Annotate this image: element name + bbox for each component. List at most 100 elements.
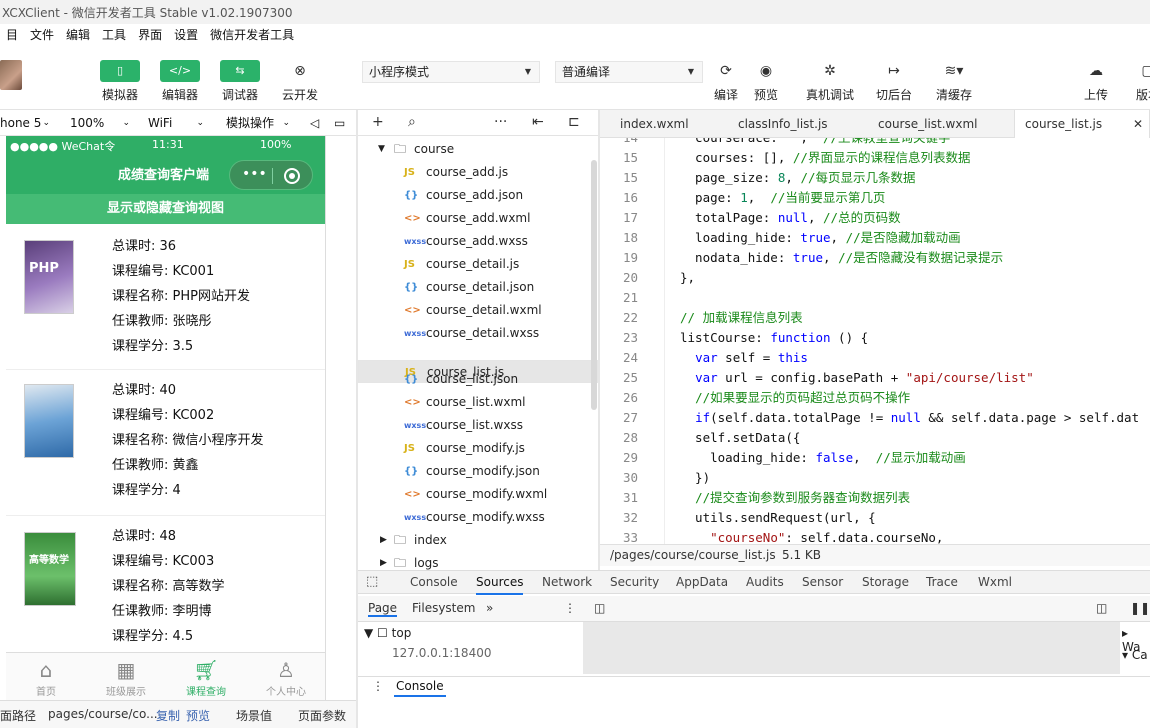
file-item[interactable]: JS course_detail.js: [358, 253, 598, 276]
tab-security[interactable]: Security: [610, 571, 659, 595]
file-item[interactable]: wxss course_list.wxss: [358, 414, 598, 437]
tab-profile[interactable]: ♙ 个人中心: [246, 653, 325, 700]
editor-button[interactable]: </> 编辑器: [160, 60, 200, 102]
file-item[interactable]: <> course_detail.wxml: [358, 299, 598, 322]
window-icon[interactable]: ▭: [330, 110, 350, 136]
file-item[interactable]: wxss course_add.wxss: [358, 230, 598, 253]
preview-link[interactable]: 预览: [186, 707, 210, 724]
close-circle-icon[interactable]: [284, 168, 300, 184]
page-params-button[interactable]: 页面参数: [298, 707, 346, 724]
device-select[interactable]: hone 5 ⌄: [0, 110, 56, 136]
background-button[interactable]: ↦ 切后台: [874, 60, 914, 102]
file-name: course_detail.js: [426, 257, 520, 271]
search-icon[interactable]: ⌕: [408, 114, 416, 130]
remote-debug-label: 真机调试: [805, 88, 854, 102]
tab-index-wxml[interactable]: index.wxml: [610, 110, 699, 138]
tab-home[interactable]: ⌂ 首页: [6, 653, 86, 700]
more-tabs-icon[interactable]: »: [486, 601, 493, 615]
tab-course-list-wxml[interactable]: course_list.wxml: [868, 110, 988, 138]
chevron-down-icon: ⌄: [196, 118, 204, 128]
menu-item-file[interactable]: 文件: [24, 24, 60, 46]
toggle-navigator-icon[interactable]: ◫: [594, 601, 605, 615]
menu-item-project[interactable]: 目: [0, 24, 24, 46]
avatar[interactable]: [0, 60, 22, 90]
upload-button[interactable]: ☁ 上传: [1076, 60, 1116, 102]
file-size: 5.1 KB: [782, 548, 821, 562]
file-item[interactable]: <> course_add.wxml: [358, 207, 598, 230]
tab-filesystem[interactable]: Filesystem: [412, 601, 475, 615]
host-name: 127.0.0.1:18400: [392, 646, 492, 660]
version-button[interactable]: ▢ 版本: [1128, 60, 1150, 102]
list-item[interactable]: 总课时: 40 课程编号: KC002 课程名称: 微信小程序开发 任课教师: …: [6, 370, 325, 516]
pause-icon[interactable]: ❚❚: [1130, 601, 1150, 615]
debugger-button[interactable]: ⇆ 调试器: [220, 60, 260, 102]
file-item[interactable]: {} course_list.json: [358, 368, 598, 391]
mode-select[interactable]: 小程序模式 ▼: [362, 61, 540, 83]
tab-sources[interactable]: Sources: [476, 571, 524, 595]
tab-storage[interactable]: Storage: [862, 571, 909, 595]
tab-audits[interactable]: Audits: [746, 571, 784, 595]
menu-item-edit[interactable]: 编辑: [60, 24, 96, 46]
tree-item-top[interactable]: ▼ ☐ top: [364, 626, 411, 640]
file-item[interactable]: {} course_modify.json: [358, 460, 598, 483]
tab-console-drawer[interactable]: Console: [394, 679, 446, 697]
more-icon[interactable]: ⋮: [564, 601, 576, 615]
toggle-debugger-icon[interactable]: ◫: [1096, 601, 1107, 615]
file-type-icon: wxss: [404, 237, 427, 246]
callstack-section[interactable]: ▾ Ca: [1122, 648, 1148, 662]
tab-classinfo-list-js[interactable]: classInfo_list.js: [728, 110, 838, 138]
zoom-select[interactable]: 100% ⌄: [66, 110, 136, 136]
file-item[interactable]: <> course_list.wxml: [358, 391, 598, 414]
file-item[interactable]: JS course_add.js: [358, 161, 598, 184]
copy-link[interactable]: 复制: [156, 707, 180, 724]
list-item[interactable]: PHP 总课时: 36 课程编号: KC001 课程名称: PHP网站开发 任课…: [6, 224, 325, 370]
close-icon[interactable]: ✕: [1133, 110, 1143, 138]
more-icon[interactable]: ···: [494, 114, 507, 130]
tab-network[interactable]: Network: [542, 571, 592, 595]
tab-page[interactable]: Page: [368, 601, 398, 617]
more-icon[interactable]: ⋮: [372, 679, 384, 693]
folder-logs[interactable]: ▶ 🗀︎ logs: [358, 552, 598, 570]
more-icon[interactable]: •••: [242, 166, 267, 182]
file-item[interactable]: wxss course_modify.wxss: [358, 506, 598, 529]
split-icon[interactable]: ⊏: [568, 114, 580, 130]
tab-wxml[interactable]: Wxml: [978, 571, 1012, 595]
operate-select[interactable]: 模拟操作 ⌄: [222, 110, 296, 136]
clear-cache-button[interactable]: ≋▾ 清缓存: [934, 60, 974, 102]
cloud-button[interactable]: ⊗ 云开发: [280, 60, 320, 102]
menu-item-settings[interactable]: 设置: [168, 24, 204, 46]
tree-item-host[interactable]: 127.0.0.1:18400: [392, 646, 491, 660]
toggle-query-view-button[interactable]: 显示或隐藏查询视图: [6, 194, 325, 224]
tab-course-query[interactable]: 🛒︎ 课程查询: [166, 653, 246, 700]
menu-item-devtools[interactable]: 微信开发者工具: [204, 24, 300, 46]
tab-trace[interactable]: Trace: [926, 571, 958, 595]
course-info: 总课时: 36 课程编号: KC001 课程名称: PHP网站开发 任课教师: …: [112, 234, 250, 359]
file-tree-scrollbar[interactable]: [591, 160, 597, 410]
add-icon[interactable]: +: [372, 114, 384, 130]
network-select[interactable]: WiFi ⌄: [144, 110, 210, 136]
menu-item-tools[interactable]: 工具: [96, 24, 132, 46]
collapse-icon[interactable]: ⇤: [532, 114, 544, 130]
simulator-button[interactable]: ▯ 模拟器: [100, 60, 140, 102]
tab-class-show[interactable]: ▦ 班级展示: [86, 653, 166, 700]
tab-appdata[interactable]: AppData: [676, 571, 728, 595]
code-editor[interactable]: 14 courseFace: "", //上课教室查询关键字 15 course…: [600, 138, 1150, 544]
preview-button[interactable]: ◉ 预览: [746, 60, 786, 102]
remote-debug-button[interactable]: ✲ 真机调试: [806, 60, 854, 102]
file-item[interactable]: wxss course_detail.wxss: [358, 322, 598, 345]
file-item[interactable]: JS course_modify.js: [358, 437, 598, 460]
file-item[interactable]: {} course_detail.json: [358, 276, 598, 299]
menu-capsule[interactable]: •••: [229, 160, 313, 190]
scene-value-button[interactable]: 场景值: [236, 707, 272, 724]
menu-item-view[interactable]: 界面: [132, 24, 168, 46]
tab-course-list-js[interactable]: course_list.js ✕: [1014, 110, 1150, 138]
volume-icon[interactable]: ◁: [306, 110, 326, 136]
file-item[interactable]: {} course_add.json: [358, 184, 598, 207]
tab-console[interactable]: Console: [410, 571, 458, 595]
compile-select[interactable]: 普通编译 ▼: [555, 61, 703, 83]
folder-index[interactable]: ▶ 🗀︎ index: [358, 529, 598, 552]
folder-course[interactable]: ▼ 🗀︎ course: [358, 138, 598, 161]
file-item[interactable]: <> course_modify.wxml: [358, 483, 598, 506]
inspect-icon[interactable]: ⬚: [366, 571, 378, 595]
tab-sensor[interactable]: Sensor: [802, 571, 843, 595]
